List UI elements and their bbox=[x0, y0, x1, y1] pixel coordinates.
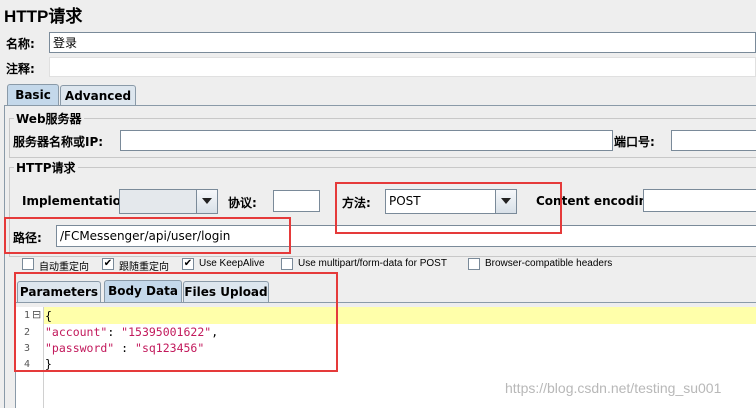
chevron-down-icon[interactable] bbox=[196, 190, 217, 213]
protocol-label: 协议: bbox=[228, 196, 257, 210]
path-highlight-box bbox=[4, 217, 291, 254]
checkmark-icon: ✔ bbox=[183, 258, 193, 269]
multipart-label: Use multipart/form-data for POST bbox=[298, 258, 447, 269]
checkmark-icon: ✔ bbox=[103, 258, 113, 269]
port-label: 端口号: bbox=[614, 135, 655, 149]
port-input[interactable] bbox=[671, 130, 756, 151]
browser-compatible-checkbox[interactable] bbox=[468, 258, 480, 270]
name-input[interactable]: 登录 bbox=[49, 32, 756, 53]
comment-input[interactable] bbox=[49, 57, 756, 77]
follow-redirect-checkbox[interactable]: ✔ bbox=[102, 258, 114, 270]
tab-advanced[interactable]: Advanced bbox=[60, 85, 136, 106]
auto-redirect-checkbox[interactable] bbox=[22, 258, 34, 270]
encoding-input[interactable] bbox=[643, 189, 756, 212]
page-title: HTTP请求 bbox=[4, 7, 83, 26]
server-input[interactable] bbox=[120, 130, 613, 151]
implementation-label: Implementation: bbox=[22, 194, 135, 208]
multipart-checkbox[interactable] bbox=[281, 258, 293, 270]
comment-label: 注释: bbox=[6, 62, 35, 76]
name-label: 名称: bbox=[6, 37, 35, 51]
http-request-legend: HTTP请求 bbox=[14, 159, 78, 176]
method-highlight-box bbox=[335, 182, 562, 234]
follow-redirect-label: 跟随重定向 bbox=[119, 262, 169, 273]
body-highlight-box bbox=[14, 272, 338, 372]
server-label: 服务器名称或IP: bbox=[13, 135, 104, 149]
watermark: https://blog.csdn.net/testing_su001 bbox=[505, 380, 722, 396]
tab-basic[interactable]: Basic bbox=[7, 84, 59, 106]
protocol-input[interactable] bbox=[273, 190, 320, 212]
web-server-legend: Web服务器 bbox=[14, 110, 84, 127]
auto-redirect-label: 自动重定向 bbox=[39, 262, 89, 273]
keepalive-checkbox[interactable]: ✔ bbox=[182, 258, 194, 270]
implementation-select[interactable] bbox=[119, 189, 218, 214]
keepalive-label: Use KeepAlive bbox=[199, 258, 265, 269]
browser-compatible-label: Browser-compatible headers bbox=[485, 258, 613, 269]
